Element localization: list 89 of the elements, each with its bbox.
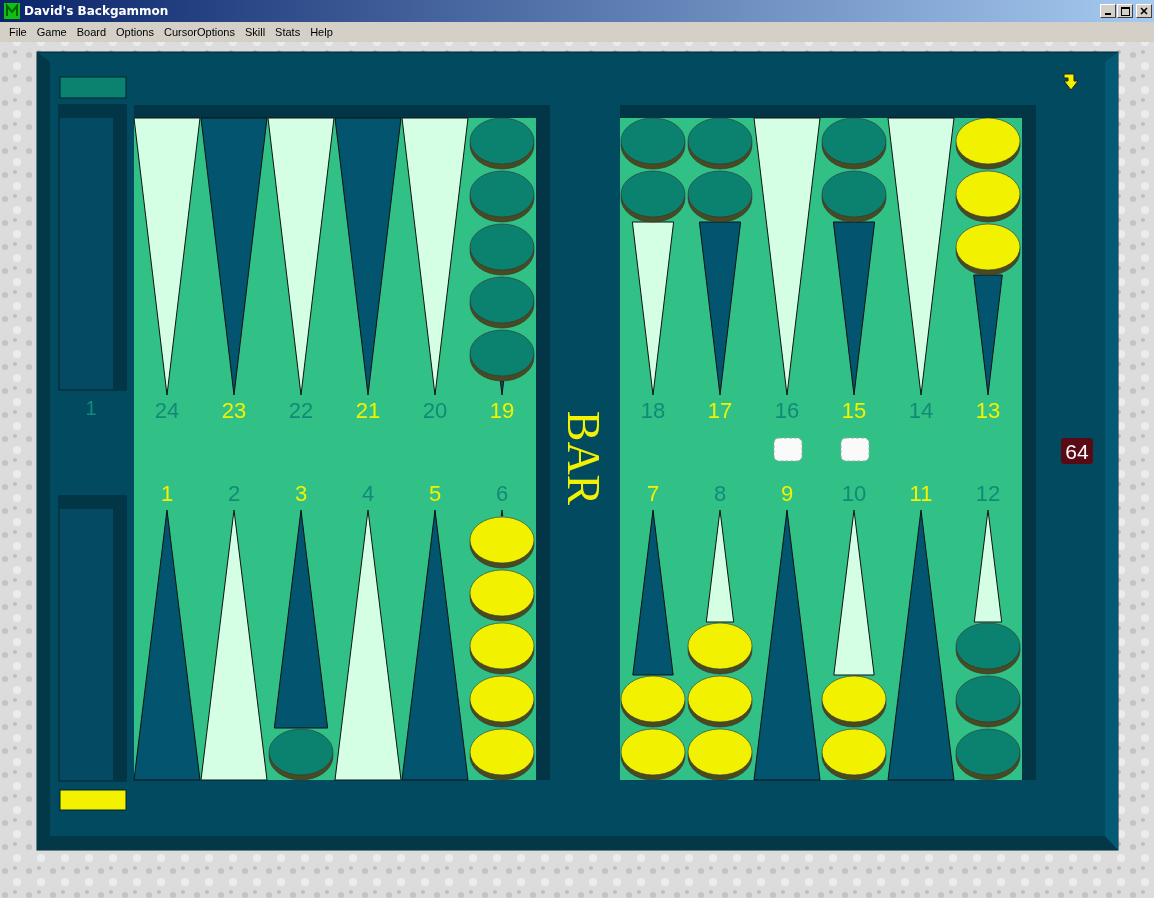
checker[interactable] [687,622,753,675]
turn-arrow-icon [1063,73,1079,91]
checker[interactable] [469,223,535,276]
board-point[interactable] [200,117,268,396]
board-point[interactable] [401,509,469,781]
menu-item[interactable]: Options [111,26,159,38]
board-point[interactable] [500,509,504,517]
doubling-cube[interactable]: 64 [1061,438,1093,464]
board-point[interactable] [133,117,201,396]
checker[interactable] [821,675,887,728]
window-title: David's Backgammon [24,4,170,18]
checker[interactable] [620,675,686,728]
checker[interactable] [955,223,1021,276]
checker[interactable] [821,170,887,223]
checker[interactable] [469,622,535,675]
point-number: 1 [160,481,174,506]
menu-item[interactable]: Stats [270,26,306,38]
player-color-swatch [59,76,127,99]
board-point[interactable] [334,117,402,396]
point-number: 3 [294,481,308,506]
checker[interactable] [469,170,535,223]
menu-item[interactable]: Game [31,26,72,38]
checker[interactable] [955,170,1021,223]
board-point[interactable] [631,221,675,396]
checker[interactable] [687,675,753,728]
board-point[interactable] [401,117,469,396]
checker[interactable] [620,728,686,781]
maximize-icon [1120,6,1130,16]
board-point[interactable] [973,274,1003,396]
minimize-button[interactable] [1100,4,1116,18]
board-point[interactable] [273,509,329,729]
point-number: 13 [975,398,1001,423]
menu-item[interactable]: Skill [239,26,271,38]
board-point[interactable] [698,221,742,396]
maximize-button[interactable] [1117,4,1133,18]
checker[interactable] [821,728,887,781]
menu-item[interactable]: CursorOptions [159,26,240,38]
checker[interactable] [469,516,535,569]
die [773,437,803,462]
point-number: 15 [841,398,867,423]
board-point[interactable] [833,509,875,676]
point-number: 7 [646,481,660,506]
checker[interactable] [268,728,334,781]
point-number: 17 [707,398,733,423]
board-point[interactable] [753,509,821,781]
checker[interactable] [469,276,535,329]
player-color-swatch [59,789,127,811]
board-point[interactable] [832,221,876,396]
checker[interactable] [620,117,686,170]
checker[interactable] [469,569,535,622]
checker[interactable] [469,728,535,781]
checker[interactable] [687,170,753,223]
close-icon [1140,7,1148,15]
board-point[interactable] [334,509,402,781]
board-point[interactable] [267,117,335,396]
die [840,437,870,462]
point-number: 21 [355,398,381,423]
board-point[interactable] [887,117,955,396]
checker[interactable] [469,329,535,382]
checker[interactable] [955,728,1021,781]
point-number: 9 [780,481,794,506]
checker[interactable] [687,728,753,781]
menu-item[interactable]: Board [71,26,112,38]
app-icon [4,3,20,19]
checker[interactable] [955,675,1021,728]
tray-count: 1 [85,397,97,419]
board-point[interactable] [887,509,955,781]
close-button[interactable] [1136,4,1152,18]
point-number: 23 [221,398,247,423]
bar-label: BAR [558,410,609,506]
checker[interactable] [955,117,1021,170]
menu-item[interactable]: File [4,26,32,38]
board-point[interactable] [705,509,735,623]
checker[interactable] [620,170,686,223]
point-number: 19 [489,398,515,423]
point-number: 11 [909,481,933,506]
checker[interactable] [821,117,887,170]
board-point[interactable] [200,509,268,781]
board-point[interactable] [973,509,1003,623]
checker[interactable] [469,675,535,728]
point-number: 5 [428,481,442,506]
board-point[interactable] [753,117,821,396]
board-point[interactable] [133,509,201,781]
checker[interactable] [469,117,535,170]
checker[interactable] [687,117,753,170]
menu-item[interactable]: Help [305,26,338,38]
board-point[interactable] [499,380,505,396]
checker[interactable] [955,622,1021,675]
board-point[interactable] [632,509,674,676]
